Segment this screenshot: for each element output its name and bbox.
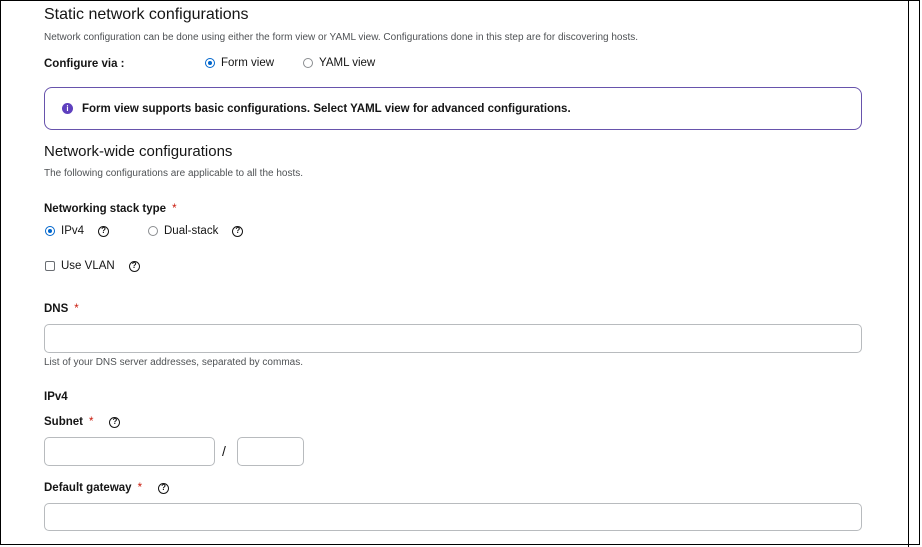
default-gateway-label: Default gateway * ?	[44, 482, 170, 494]
required-marker: *	[172, 203, 177, 215]
dual-stack-radio-option[interactable]: Dual-stack ?	[148, 225, 244, 237]
dns-helper-text: List of your DNS server addresses, separ…	[44, 357, 303, 368]
info-alert-text: Form view supports basic configurations.…	[82, 102, 571, 115]
subnet-label: Subnet * ?	[44, 416, 121, 428]
required-marker: *	[88, 416, 94, 428]
form-view-radio[interactable]	[205, 58, 215, 68]
help-icon[interactable]: ?	[98, 225, 110, 237]
subnet-separator: /	[222, 443, 226, 459]
form-view-radio-option[interactable]: Form view	[205, 57, 274, 69]
subnet-prefix-input[interactable]	[237, 437, 304, 466]
yaml-view-radio-option[interactable]: YAML view	[303, 57, 375, 69]
dns-input[interactable]	[44, 324, 862, 353]
page-title: Static network configurations	[44, 6, 249, 23]
networking-stack-label: Networking stack type *	[44, 203, 177, 215]
default-gateway-label-text: Default gateway	[44, 482, 132, 494]
required-marker: *	[137, 482, 143, 494]
configure-via-label: Configure via :	[44, 58, 125, 70]
yaml-view-label[interactable]: YAML view	[319, 57, 375, 69]
subnet-label-text: Subnet	[44, 416, 83, 428]
ipv4-radio-label[interactable]: IPv4	[61, 225, 84, 237]
ipv4-radio-option[interactable]: IPv4 ?	[45, 225, 110, 237]
form-view-label[interactable]: Form view	[221, 57, 274, 69]
use-vlan-checkbox[interactable]	[45, 261, 55, 271]
yaml-view-radio[interactable]	[303, 58, 313, 68]
help-icon[interactable]: ?	[109, 416, 121, 428]
ipv4-section-label: IPv4	[44, 391, 68, 403]
info-icon: i	[62, 103, 73, 114]
network-wide-title: Network-wide configurations	[44, 143, 233, 160]
help-icon[interactable]: ?	[158, 482, 170, 494]
page-description: Network configuration can be done using …	[44, 32, 639, 43]
help-icon[interactable]: ?	[232, 225, 244, 237]
help-icon[interactable]: ?	[128, 260, 140, 272]
use-vlan-option[interactable]: Use VLAN ?	[45, 260, 140, 272]
ipv4-radio[interactable]	[45, 226, 55, 236]
dns-label-text: DNS	[44, 303, 69, 315]
dns-label: DNS *	[44, 303, 79, 315]
info-alert: i Form view supports basic configuration…	[44, 87, 862, 130]
dual-stack-radio-label[interactable]: Dual-stack	[164, 225, 218, 237]
dual-stack-radio[interactable]	[148, 226, 158, 236]
use-vlan-label[interactable]: Use VLAN	[61, 260, 115, 272]
subnet-address-input[interactable]	[44, 437, 215, 466]
default-gateway-input[interactable]	[44, 503, 862, 531]
network-wide-description: The following configurations are applica…	[44, 168, 304, 179]
scrollbar-track[interactable]	[908, 0, 909, 547]
required-marker: *	[74, 303, 79, 315]
networking-stack-label-text: Networking stack type	[44, 203, 167, 215]
